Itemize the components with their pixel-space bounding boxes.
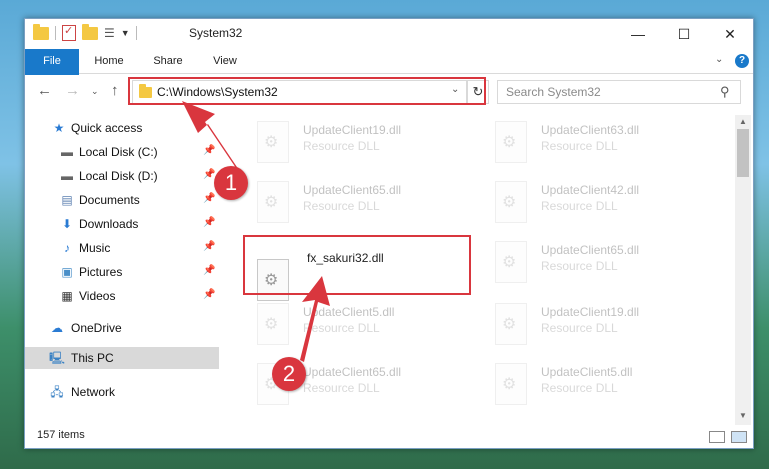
arrow-to-address-bar <box>182 101 243 176</box>
arrow-to-file <box>300 276 330 362</box>
annotation-arrows <box>182 101 330 362</box>
step-2-badge: 2 <box>272 357 306 391</box>
step-1-badge: 1 <box>214 166 248 200</box>
